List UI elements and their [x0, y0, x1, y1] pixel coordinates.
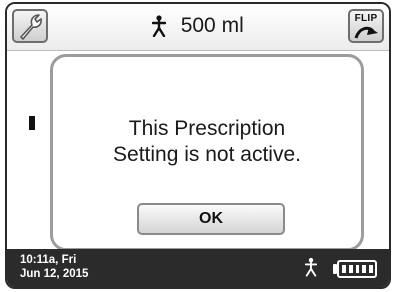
dialog-message: This Prescription Setting is not active. [53, 116, 361, 168]
background-marker [29, 116, 35, 130]
battery-cell [341, 264, 347, 274]
patient-icon [305, 257, 317, 277]
battery-icon [337, 260, 377, 278]
battery-cell [354, 264, 361, 274]
device-screen: 500 ml FLIP This Prescription Setting is… [5, 2, 391, 289]
alert-dialog: This Prescription Setting is not active.… [50, 54, 364, 251]
flip-button[interactable]: FLIP [348, 9, 384, 43]
status-bar: 10:11a, Fri Jun 12, 2015 [7, 249, 389, 287]
time-text: 10:11a, Fri [20, 254, 77, 266]
dialog-message-line2: Setting is not active. [113, 143, 301, 166]
dialog-message-line1: This Prescription [128, 117, 286, 140]
top-bar: 500 ml FLIP [7, 4, 389, 51]
volume-text: 500 ml [180, 14, 244, 37]
flip-label: FLIP [354, 13, 378, 24]
flip-arrow-icon [354, 26, 378, 39]
battery-cell [368, 264, 374, 274]
date-text: Jun 12, 2015 [20, 268, 89, 280]
battery-cell [361, 264, 368, 274]
battery-cell [347, 264, 354, 274]
person-icon [152, 15, 167, 37]
volume-display: 500 ml [7, 14, 389, 38]
datetime: 10:11a, Fri Jun 12, 2015 [20, 253, 88, 281]
ok-button[interactable]: OK [137, 203, 285, 235]
